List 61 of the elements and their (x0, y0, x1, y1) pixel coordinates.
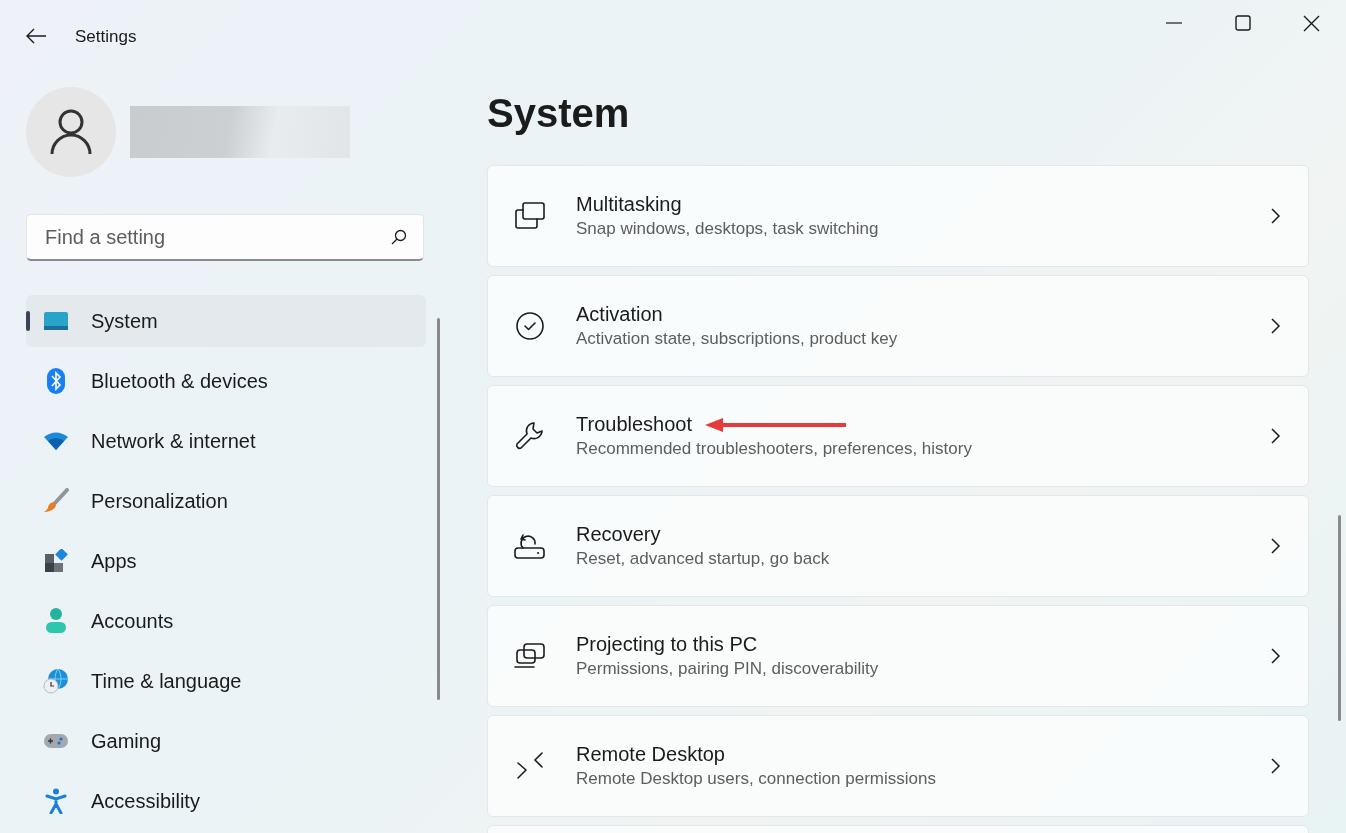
remote-arrows-icon (516, 751, 544, 781)
page-title: System (487, 90, 631, 137)
search-box[interactable]: Find a setting (26, 214, 424, 261)
card-title: Multitasking (576, 193, 682, 216)
apps-icon (44, 549, 68, 573)
card-description: Recommended troubleshooters, preferences, history (576, 439, 972, 459)
card-description: Reset, advanced startup, go back (576, 549, 830, 569)
accessibility-icon (45, 788, 67, 814)
card-description: Snap windows, desktops, task switching (576, 219, 879, 239)
minimize-icon (1165, 22, 1182, 24)
windows-stack-icon (514, 202, 546, 230)
search-field[interactable]: Find a setting (43, 224, 391, 250)
card-title: Projecting to this PC (576, 633, 758, 656)
gamepad-icon (43, 733, 69, 749)
projector-screens-icon (514, 642, 546, 670)
sidebar-item[interactable]: Bluetooth & devices (26, 355, 426, 407)
maximize-icon (1234, 15, 1251, 31)
wifi-icon (43, 431, 69, 451)
sidebar-item[interactable]: Accessibility (26, 775, 426, 827)
recovery-icon (514, 532, 546, 560)
chevron-right-icon (1268, 757, 1282, 775)
settings-card[interactable]: Multitasking Snap windows, desktops, task switching (487, 165, 1309, 267)
card-title: Recovery (576, 523, 661, 546)
settings-card[interactable]: Activation Activation state, subscriptions, product key (487, 275, 1309, 377)
settings-card[interactable]: Troubleshoot Recommended troubleshooters, preferences, history (487, 385, 1309, 487)
window-title: Settings (75, 27, 137, 47)
chevron-right-icon (1268, 207, 1282, 225)
card-title: Remote Desktop (576, 743, 725, 766)
card-description: Permissions, pairing PIN, discoverability (576, 659, 879, 679)
settings-card[interactable]: Projecting to this PC Permissions, pairing PIN, discoverability (487, 605, 1309, 707)
card-description: Remote Desktop users, connection permissions (576, 769, 936, 789)
person-silhouette-icon (50, 109, 92, 155)
chevron-right-icon (1268, 317, 1282, 335)
sidebar-item[interactable]: Personalization (26, 475, 426, 527)
paintbrush-icon (43, 488, 69, 514)
chevron-right-icon (1268, 427, 1282, 445)
person-icon (45, 608, 67, 634)
settings-card[interactable]: Recovery Reset, advanced startup, go back (487, 495, 1309, 597)
card-title: Activation (576, 303, 663, 326)
card-description: Activation state, subscriptions, product key (576, 329, 898, 349)
back-arrow-icon (25, 28, 47, 44)
sidebar-item[interactable]: Network & internet (26, 415, 426, 467)
close-icon (1303, 14, 1320, 32)
scrollbar-thumb[interactable] (436, 318, 440, 700)
globe-clock-icon (43, 668, 69, 694)
card-title: Troubleshoot (576, 413, 692, 436)
search-icon (391, 229, 407, 245)
scrollbar-thumb[interactable] (1337, 515, 1341, 721)
chevron-right-icon (1268, 647, 1282, 665)
sidebar-item[interactable]: System (26, 295, 426, 347)
sidebar-item[interactable]: Accounts (26, 595, 426, 647)
sidebar-item[interactable]: Time & language (26, 655, 426, 707)
sidebar-item[interactable]: Gaming (26, 715, 426, 767)
bluetooth-icon (47, 368, 65, 394)
chevron-right-icon (1268, 537, 1282, 555)
selection-indicator (26, 311, 30, 331)
sidebar-item[interactable]: Apps (26, 535, 426, 587)
wrench-icon (514, 420, 546, 452)
monitor-icon (43, 311, 69, 331)
settings-card[interactable]: Remote Desktop Remote Desktop users, connection permissions (487, 715, 1309, 817)
check-circle-icon (515, 311, 545, 341)
